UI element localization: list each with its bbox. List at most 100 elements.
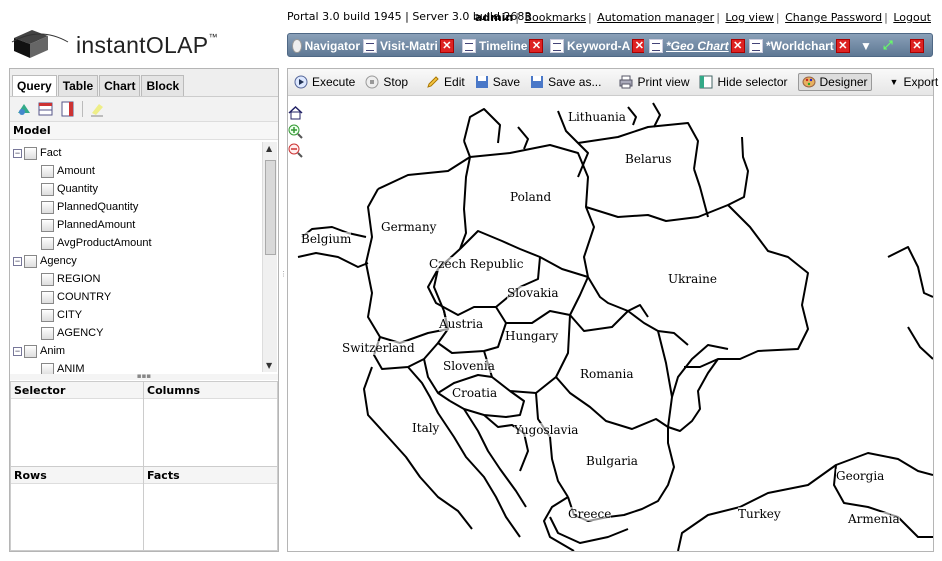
collapse-icon[interactable]: −	[13, 148, 22, 158]
compass-icon	[292, 38, 302, 53]
tree-leaf-plannedamount[interactable]: PlannedAmount	[41, 216, 135, 234]
report-icon	[550, 38, 564, 53]
report-panel: Execute Stop Edit Save Save as... Print …	[287, 68, 938, 552]
tab-visit-matrix[interactable]: Visit-Matri ✕	[363, 35, 457, 56]
tab-geo-chart[interactable]: *Geo Chart ✕	[649, 35, 745, 56]
checkbox[interactable]	[24, 254, 37, 268]
stop-button[interactable]: Stop	[365, 75, 408, 89]
close-icon[interactable]: ✕	[529, 38, 544, 53]
tab-keyword-analysis[interactable]: Keyword-A ✕	[550, 35, 644, 56]
tree-leaf-amount[interactable]: Amount	[41, 162, 95, 180]
collapse-icon[interactable]: −	[13, 256, 22, 266]
logout-link[interactable]: Logout	[893, 11, 931, 24]
checkbox[interactable]	[41, 308, 54, 322]
add-table-icon[interactable]	[38, 101, 54, 117]
tree-leaf-plannedquantity[interactable]: PlannedQuantity	[41, 198, 138, 216]
checkbox[interactable]	[41, 200, 54, 214]
maximize-button[interactable]: ⤢	[883, 35, 899, 56]
home-icon[interactable]	[288, 105, 303, 120]
tab-table[interactable]: Table	[57, 75, 99, 96]
tree-leaf-avgproductamount[interactable]: AvgProductAmount	[41, 234, 152, 252]
country-label-poland: Poland	[510, 190, 552, 204]
country-label-germany: Germany	[381, 220, 437, 234]
edit-button[interactable]: Edit	[426, 75, 465, 89]
export-button[interactable]: ▼ Export	[890, 75, 939, 89]
checkbox[interactable]	[41, 236, 54, 250]
log-view-link[interactable]: Log view	[725, 11, 773, 24]
designer-button[interactable]: Designer	[797, 73, 872, 91]
checkbox[interactable]	[24, 146, 37, 160]
close-icon[interactable]: ✕	[439, 38, 454, 53]
country-label-belarus: Belarus	[625, 152, 672, 166]
checkbox[interactable]	[24, 344, 37, 358]
tree-leaf-agency[interactable]: AGENCY	[41, 324, 103, 342]
tree-leaf-country[interactable]: COUNTRY	[41, 288, 111, 306]
tree-leaf-city[interactable]: CITY	[41, 306, 82, 324]
scroll-thumb[interactable]	[265, 160, 276, 255]
selector-zone[interactable]: Selector	[10, 381, 144, 467]
rows-header: Rows	[11, 467, 143, 484]
automation-manager-link[interactable]: Automation manager	[597, 11, 714, 24]
country-label-armenia: Armenia	[848, 512, 900, 526]
tree-leaf-region[interactable]: REGION	[41, 270, 100, 288]
close-icon[interactable]: ✕	[730, 38, 745, 53]
add-column-icon[interactable]	[60, 101, 76, 117]
tab-block[interactable]: Block	[141, 75, 185, 96]
execute-button[interactable]: Execute	[294, 75, 355, 89]
eraser-icon[interactable]	[89, 101, 105, 117]
tree-leaf-anim[interactable]: ANIM	[41, 360, 85, 374]
refresh-model-icon[interactable]	[16, 101, 32, 117]
save-as-button[interactable]: Save as...	[530, 75, 601, 89]
country-label-czech-republic: Czech Republic	[429, 257, 524, 271]
model-header: Model	[10, 122, 278, 140]
checkbox[interactable]	[41, 362, 54, 374]
scroll-down-icon[interactable]: ▼	[266, 361, 272, 370]
tab-timeline[interactable]: Timeline ✕	[462, 35, 546, 56]
geo-chart[interactable]: Lithuania Belarus Poland Germany Belgium Czec…	[288, 97, 933, 551]
tree-leaf-quantity[interactable]: Quantity	[41, 180, 98, 198]
collapse-icon[interactable]: −	[13, 346, 22, 356]
facts-zone[interactable]: Facts	[143, 466, 278, 551]
print-view-button[interactable]: Print view	[619, 75, 689, 89]
tab-chart[interactable]: Chart	[99, 75, 141, 96]
checkbox[interactable]	[41, 290, 54, 304]
panel-splitter[interactable]: ▪▪▪	[10, 373, 278, 380]
country-label-hungary: Hungary	[505, 329, 559, 343]
zoom-out-icon[interactable]	[288, 143, 303, 158]
tree-node-fact[interactable]: − Fact	[13, 144, 61, 162]
header-links: admin | Bookmarks | Automation manager | Lo…	[474, 11, 931, 24]
report-icon	[462, 38, 476, 53]
tree-node-agency[interactable]: − Agency	[13, 252, 77, 270]
tab-navigator[interactable]: Navigator	[292, 35, 360, 56]
tab-worldchart[interactable]: *Worldchart ✕	[749, 35, 851, 56]
close-icon[interactable]: ✕	[835, 38, 850, 53]
tab-list-dropdown[interactable]: ▼	[860, 35, 874, 56]
checkbox[interactable]	[41, 218, 54, 232]
country-label-greece: Greece	[568, 507, 612, 521]
query-toolbar	[10, 97, 278, 122]
columns-zone[interactable]: Columns	[143, 381, 278, 467]
layout-icon	[699, 75, 713, 89]
save-button[interactable]: Save	[475, 75, 520, 89]
hide-selector-button[interactable]: Hide selector	[699, 75, 788, 89]
tab-query[interactable]: Query	[12, 75, 57, 96]
change-password-link[interactable]: Change Password	[785, 11, 882, 24]
facts-header: Facts	[144, 467, 277, 484]
report-icon	[363, 38, 377, 53]
rows-zone[interactable]: Rows	[10, 466, 144, 551]
tree-scrollbar[interactable]: ▲ ▼	[262, 142, 277, 372]
query-panel-tabs: Query Table Chart Block	[10, 69, 278, 97]
floppy-icon	[531, 76, 544, 88]
close-icon[interactable]: ✕	[632, 38, 644, 53]
tree-node-anim[interactable]: − Anim	[13, 342, 65, 360]
checkbox[interactable]	[41, 164, 54, 178]
scroll-up-icon[interactable]: ▲	[266, 144, 272, 153]
checkbox[interactable]	[41, 272, 54, 286]
country-label-ukraine: Ukraine	[668, 272, 717, 286]
checkbox[interactable]	[41, 182, 54, 196]
bookmarks-link[interactable]: Bookmarks	[524, 11, 585, 24]
checkbox[interactable]	[41, 326, 54, 340]
vertical-splitter[interactable]: ⋮	[280, 270, 287, 290]
close-all-button[interactable]: ✕	[908, 35, 926, 56]
zoom-in-icon[interactable]	[288, 124, 303, 139]
